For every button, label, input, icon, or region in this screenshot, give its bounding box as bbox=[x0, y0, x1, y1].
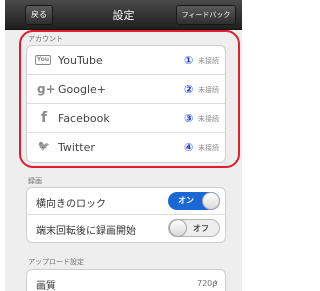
account-label: Facebook bbox=[58, 112, 110, 125]
rotate-start-row: 端末回転後に録画開始 オフ bbox=[27, 215, 225, 242]
annotation-number: ④ bbox=[184, 141, 194, 154]
twitter-icon: 🐦 bbox=[37, 141, 51, 152]
connection-status: 未接続 bbox=[198, 144, 219, 152]
account-row-google-plus[interactable]: g+ Google+ ② 未接続 bbox=[27, 75, 225, 104]
accounts-section-header: アカウント bbox=[28, 35, 63, 43]
rotate-start-toggle[interactable]: オフ bbox=[168, 219, 220, 237]
accounts-group: You YouTube ① 未接続 g+ Google+ ② 未接続 f Fac… bbox=[26, 45, 226, 163]
settings-screen: 戻る 設定 フィードバック アカウント You YouTube ① 未接続 g+… bbox=[5, 0, 242, 291]
chevron-right-icon: › bbox=[214, 277, 218, 288]
annotation-number: ② bbox=[184, 83, 194, 96]
google-plus-icon: g+ bbox=[37, 82, 56, 96]
account-label: YouTube bbox=[58, 54, 103, 67]
account-label: Google+ bbox=[58, 83, 107, 96]
landscape-lock-row: 横向きのロック オン bbox=[27, 188, 225, 215]
landscape-lock-toggle[interactable]: オン bbox=[168, 192, 220, 210]
toggle-knob bbox=[202, 192, 220, 210]
quality-row[interactable]: 画質 720p › bbox=[27, 270, 225, 291]
navigation-bar: 戻る 設定 フィードバック bbox=[5, 0, 242, 30]
toggle-knob bbox=[169, 219, 187, 237]
account-label: Twitter bbox=[58, 141, 95, 154]
connection-status: 未接続 bbox=[198, 57, 219, 65]
connection-status: 未接続 bbox=[198, 115, 219, 123]
account-row-youtube[interactable]: You YouTube ① 未接続 bbox=[27, 46, 225, 75]
annotation-number: ③ bbox=[184, 112, 194, 125]
upload-group: 画質 720p › bbox=[26, 269, 226, 291]
youtube-icon: You bbox=[35, 55, 51, 65]
upload-section-header: アップロード設定 bbox=[28, 258, 84, 266]
feedback-button[interactable]: フィードバック bbox=[176, 5, 236, 25]
recording-group: 横向きのロック オン 端末回転後に録画開始 オフ bbox=[26, 187, 226, 243]
account-row-twitter[interactable]: 🐦 Twitter ④ 未接続 bbox=[27, 133, 225, 162]
connection-status: 未接続 bbox=[198, 86, 219, 94]
rotate-start-label: 端末回転後に録画開始 bbox=[36, 226, 136, 237]
account-row-facebook[interactable]: f Facebook ③ 未接続 bbox=[27, 104, 225, 133]
landscape-lock-label: 横向きのロック bbox=[36, 199, 106, 210]
facebook-icon: f bbox=[40, 110, 48, 126]
recording-section-header: 録画 bbox=[28, 177, 42, 185]
quality-label: 画質 bbox=[36, 281, 56, 291]
annotation-number: ① bbox=[184, 54, 194, 67]
